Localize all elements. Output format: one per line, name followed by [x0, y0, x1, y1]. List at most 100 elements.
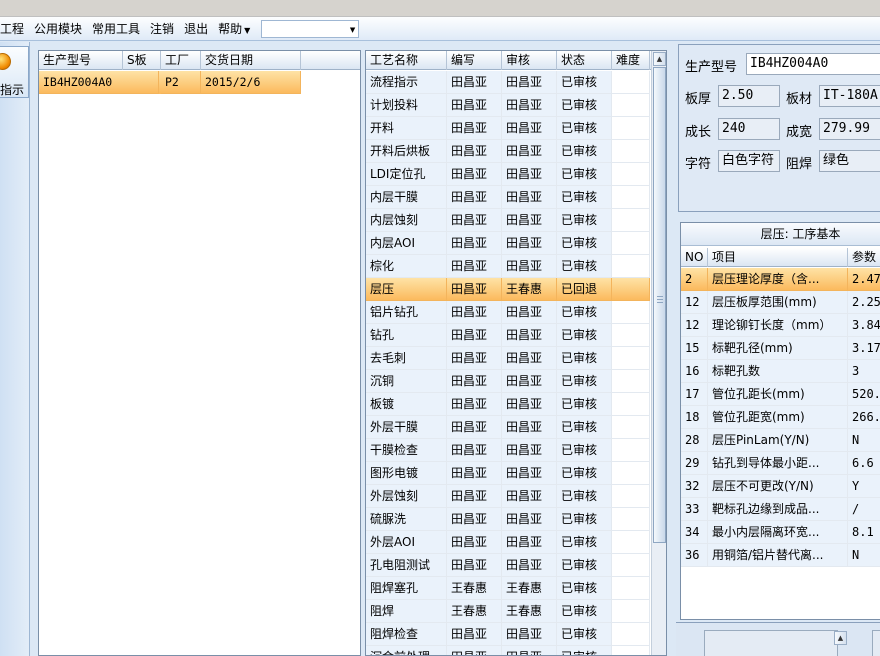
model-field[interactable]: IB4HZ004A0 — [746, 53, 880, 75]
menu-project[interactable]: 工程 — [0, 20, 29, 37]
material-label: 板材 — [786, 92, 813, 107]
cell-no: 17 — [681, 383, 708, 406]
scroll-up-icon[interactable]: ▲ — [653, 52, 666, 66]
cell-process-name: 内层AOI — [366, 232, 447, 255]
cell-reviewer: 田昌亚 — [502, 646, 557, 655]
process-row[interactable]: 外层AOI 田昌亚 田昌亚 已审核 — [366, 531, 650, 554]
process-row[interactable]: 开料 田昌亚 田昌亚 已审核 — [366, 117, 650, 140]
process-row[interactable]: 内层蚀刻 田昌亚 田昌亚 已审核 — [366, 209, 650, 232]
cell-status: 已审核 — [557, 232, 612, 255]
param-row[interactable]: 33 靶标孔边缘到成品... / — [681, 498, 880, 521]
width-field[interactable]: 279.99 — [819, 118, 880, 140]
length-field[interactable]: 240 — [718, 118, 780, 140]
param-row[interactable]: 16 标靶孔数 3 — [681, 360, 880, 383]
process-row[interactable]: 阻焊 王春惠 王春惠 已审核 — [366, 600, 650, 623]
col-header-status[interactable]: 状态 — [557, 51, 612, 70]
material-field[interactable]: IT-180A — [819, 85, 880, 107]
col-header-s-board[interactable]: S板 — [123, 51, 161, 70]
process-row[interactable]: 板镀 田昌亚 田昌亚 已审核 — [366, 393, 650, 416]
process-scrollbar[interactable]: ▲ — [651, 51, 666, 655]
cell-difficulty — [612, 232, 650, 255]
cell-difficulty — [612, 600, 650, 623]
process-row[interactable]: 阻焊检查 田昌亚 田昌亚 已审核 — [366, 623, 650, 646]
process-row[interactable]: 流程指示 田昌亚 田昌亚 已审核 — [366, 71, 650, 94]
cell-no: 2 — [681, 268, 708, 291]
cell-process-name: 外层AOI — [366, 531, 447, 554]
cell-reviewer: 田昌亚 — [502, 416, 557, 439]
cell-reviewer: 田昌亚 — [502, 301, 557, 324]
cell-status: 已审核 — [557, 439, 612, 462]
cell-status: 已审核 — [557, 94, 612, 117]
param-row[interactable]: 32 层压不可更改(Y/N) Y — [681, 475, 880, 498]
process-row[interactable]: 外层蚀刻 田昌亚 田昌亚 已审核 — [366, 485, 650, 508]
param-row[interactable]: 36 用铜箔/铝片替代离... N — [681, 544, 880, 567]
process-row[interactable]: 沉金前处理田昌亚田昌亚已审核 — [366, 646, 650, 655]
param-row[interactable]: 15 标靶孔径(mm) 3.17 — [681, 337, 880, 360]
process-row[interactable]: 孔电阻测试 田昌亚 田昌亚 已审核 — [366, 554, 650, 577]
process-row[interactable]: 干膜检查 田昌亚 田昌亚 已审核 — [366, 439, 650, 462]
menu-search-combo[interactable]: ▼ — [261, 19, 360, 38]
character-field[interactable]: 白色字符 — [718, 150, 780, 172]
col-header-process-name[interactable]: 工艺名称 — [366, 51, 447, 70]
cell-item: 理论铆钉长度（mm） — [708, 314, 848, 337]
cell-difficulty — [612, 140, 650, 163]
cell-difficulty — [612, 393, 650, 416]
param-row[interactable]: 28 层压PinLam(Y/N) N — [681, 429, 880, 452]
col-header-model[interactable]: 生产型号 — [39, 51, 123, 70]
col-header-writer[interactable]: 编写 — [447, 51, 502, 70]
bottom-field[interactable] — [704, 630, 838, 656]
cell-process-name: 孔电阻测试 — [366, 554, 447, 577]
col-header-delivery-date[interactable]: 交货日期 — [201, 51, 301, 70]
menu-common-modules[interactable]: 公用模块 — [29, 20, 87, 37]
bottom-scroll-up-icon[interactable]: ▲ — [834, 631, 847, 645]
col-header-difficulty[interactable]: 难度 — [612, 51, 650, 70]
param-row[interactable]: 2 层压理论厚度（含... 2.47 — [681, 268, 880, 291]
menu-common-tools[interactable]: 常用工具 — [87, 20, 145, 37]
cell-param-value: N — [848, 429, 880, 452]
menu-help[interactable]: 帮助 ▼ — [213, 20, 255, 37]
col-header-factory[interactable]: 工厂 — [161, 51, 201, 70]
col-header-item[interactable]: 项目 — [708, 248, 848, 267]
process-row[interactable]: LDI定位孔 田昌亚 田昌亚 已审核 — [366, 163, 650, 186]
col-header-no[interactable]: NO — [681, 248, 708, 267]
process-row[interactable]: 铝片钻孔 田昌亚 田昌亚 已审核 — [366, 301, 650, 324]
process-row[interactable]: 沉铜 田昌亚 田昌亚 已审核 — [366, 370, 650, 393]
param-row[interactable]: 34 最小内层隔离环宽... 8.1 — [681, 521, 880, 544]
process-scroll-thumb[interactable] — [653, 67, 666, 543]
process-row[interactable]: 阻焊塞孔 王春惠 王春惠 已审核 — [366, 577, 650, 600]
param-row[interactable]: 18 管位孔距宽(mm) 266. — [681, 406, 880, 429]
process-grid: 工艺名称 编写 审核 状态 难度 流程指示 田昌亚 田昌亚 已审核 计划投料 田昌亚 田昌亚… — [365, 50, 667, 656]
bottom-side-field[interactable] — [872, 630, 880, 656]
cell-reviewer: 田昌亚 — [502, 462, 557, 485]
param-row[interactable]: 17 管位孔距长(mm) 520. — [681, 383, 880, 406]
order-row[interactable]: IB4HZ004A0 P2 2015/2/6 — [39, 71, 301, 94]
cell-writer: 田昌亚 — [447, 485, 502, 508]
cell-reviewer: 田昌亚 — [502, 324, 557, 347]
process-row[interactable]: 内层干膜 田昌亚 田昌亚 已审核 — [366, 186, 650, 209]
process-row[interactable]: 开料后烘板 田昌亚 田昌亚 已审核 — [366, 140, 650, 163]
process-instruction-button[interactable]: 指示 — [0, 46, 29, 98]
solder-mask-field[interactable]: 绿色 — [819, 150, 880, 172]
col-header-reviewer[interactable]: 审核 — [502, 51, 557, 70]
process-row[interactable]: 内层AOI 田昌亚 田昌亚 已审核 — [366, 232, 650, 255]
process-row[interactable]: 钻孔 田昌亚 田昌亚 已审核 — [366, 324, 650, 347]
process-row[interactable]: 硫脲洗 田昌亚 田昌亚 已审核 — [366, 508, 650, 531]
thickness-field[interactable]: 2.50 — [718, 85, 780, 107]
combo-dropdown-icon[interactable]: ▼ — [350, 26, 355, 34]
process-row[interactable]: 层压 田昌亚 王春惠 已回退 — [366, 278, 650, 301]
process-row[interactable]: 图形电镀 田昌亚 田昌亚 已审核 — [366, 462, 650, 485]
menu-logout[interactable]: 注销 — [145, 20, 179, 37]
order-info-panel: 生产型号 IB4HZ004A0 板厚 2.50 板材 IT-180A 成长 24… — [678, 44, 880, 212]
process-row[interactable]: 外层干膜 田昌亚 田昌亚 已审核 — [366, 416, 650, 439]
param-row[interactable]: 29 钻孔到导体最小距... 6.6 — [681, 452, 880, 475]
cell-writer: 田昌亚 — [447, 462, 502, 485]
cell-reviewer: 王春惠 — [502, 577, 557, 600]
col-header-param[interactable]: 参数 — [848, 248, 880, 267]
process-row[interactable]: 计划投料 田昌亚 田昌亚 已审核 — [366, 94, 650, 117]
param-row[interactable]: 12 理论铆钉长度（mm） 3.84 — [681, 314, 880, 337]
process-row[interactable]: 棕化 田昌亚 田昌亚 已审核 — [366, 255, 650, 278]
menu-exit[interactable]: 退出 — [179, 20, 213, 37]
process-row[interactable]: 去毛刺 田昌亚 田昌亚 已审核 — [366, 347, 650, 370]
cell-writer: 田昌亚 — [447, 232, 502, 255]
param-row[interactable]: 12 层压板厚范围(mm) 2.25 — [681, 291, 880, 314]
